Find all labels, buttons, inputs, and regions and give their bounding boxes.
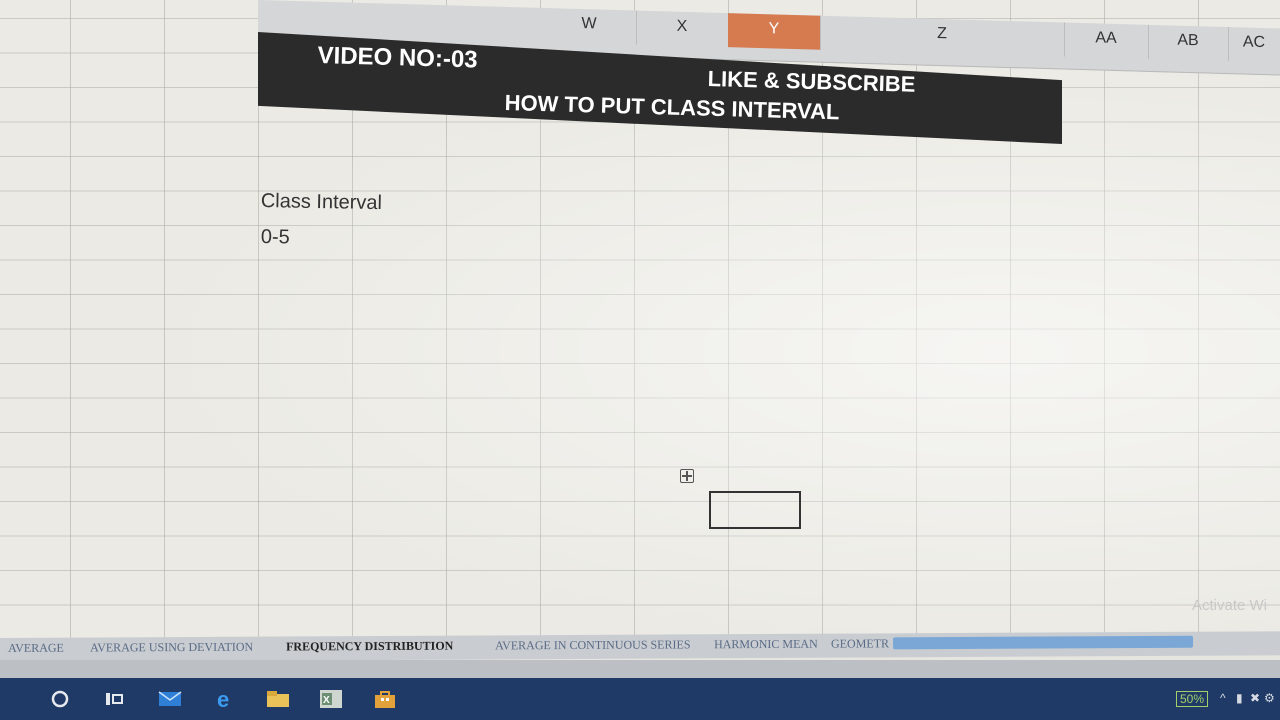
- power-icon[interactable]: ▮: [1236, 691, 1243, 705]
- sheet-tab-average-in-continuous-series[interactable]: AVERAGE IN CONTINUOUS SERIES: [495, 637, 691, 653]
- chevron-up-icon[interactable]: ^: [1220, 691, 1226, 705]
- excel-icon[interactable]: X: [318, 688, 344, 710]
- column-header-w[interactable]: W: [542, 7, 637, 45]
- file-explorer-icon[interactable]: [265, 688, 291, 710]
- cell-class-interval-value[interactable]: 0-5: [261, 226, 290, 250]
- volume-icon[interactable]: ✖: [1250, 691, 1260, 705]
- battery-indicator[interactable]: 50%: [1176, 691, 1209, 707]
- svg-text:e: e: [217, 688, 229, 710]
- store-icon[interactable]: [372, 688, 398, 710]
- column-header-aa[interactable]: AA: [1064, 22, 1149, 59]
- sheet-tab-frequency-distribution[interactable]: FREQUENCY DISTRIBUTION: [286, 639, 453, 655]
- cell-class-interval-header[interactable]: Class Interval: [261, 190, 383, 215]
- mail-icon[interactable]: [157, 688, 183, 710]
- column-header-ac[interactable]: AC: [1228, 27, 1280, 63]
- column-header-y[interactable]: Y: [728, 13, 821, 50]
- network-globe-icon[interactable]: ⚙: [1264, 691, 1275, 705]
- column-header-z[interactable]: Z: [820, 15, 1065, 57]
- windows-taskbar: e X 50% ^ ▮ ✖ ⚙: [0, 678, 1280, 720]
- status-bar: [0, 660, 1280, 678]
- activate-windows-watermark: Activate Wi: [1192, 597, 1268, 614]
- active-cell-selection[interactable]: [709, 491, 801, 529]
- sheet-tab-average[interactable]: AVERAGE: [8, 641, 64, 656]
- column-header-ab[interactable]: AB: [1148, 24, 1229, 62]
- cell-cursor-icon: [680, 469, 694, 483]
- sheet-tab-geometric[interactable]: GEOMETR: [831, 636, 889, 651]
- task-view-icon[interactable]: [102, 688, 128, 710]
- search-circle-icon[interactable]: [47, 688, 73, 710]
- edge-icon[interactable]: e: [212, 687, 238, 712]
- column-header-x[interactable]: X: [636, 10, 729, 48]
- sheet-tab-harmonic-mean[interactable]: HARMONIC MEAN: [714, 637, 818, 653]
- horizontal-scrollbar[interactable]: [893, 635, 1194, 650]
- video-number: VIDEO NO:-03: [317, 42, 478, 74]
- sheet-tab-average-using-deviation[interactable]: AVERAGE USING DEVIATION: [90, 640, 253, 656]
- svg-text:X: X: [323, 695, 330, 706]
